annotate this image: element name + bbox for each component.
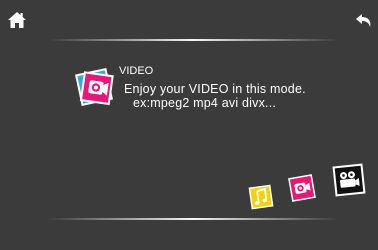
back-arrow-icon xyxy=(356,14,371,27)
movie-mode-button[interactable] xyxy=(331,162,367,198)
screen: VIDEO Enjoy your VIDEO in this mode. ex:… xyxy=(0,0,378,250)
video-camera-icon xyxy=(75,68,114,106)
top-divider xyxy=(48,39,338,41)
music-mode-button[interactable] xyxy=(248,184,274,210)
music-note-icon xyxy=(248,184,274,210)
movie-camera-icon xyxy=(332,163,366,197)
video-mode-button[interactable] xyxy=(287,173,317,203)
home-icon xyxy=(8,12,26,28)
video-mode-icon xyxy=(70,65,118,109)
mode-formats: ex:mpeg2 mp4 avi divx... xyxy=(133,96,277,110)
video-camera-icon xyxy=(288,174,316,202)
mode-description: Enjoy your VIDEO in this mode. xyxy=(124,82,306,96)
back-button[interactable] xyxy=(356,12,374,30)
bottom-divider xyxy=(48,218,338,220)
mode-title: VIDEO xyxy=(119,65,154,77)
home-button[interactable] xyxy=(8,12,26,28)
